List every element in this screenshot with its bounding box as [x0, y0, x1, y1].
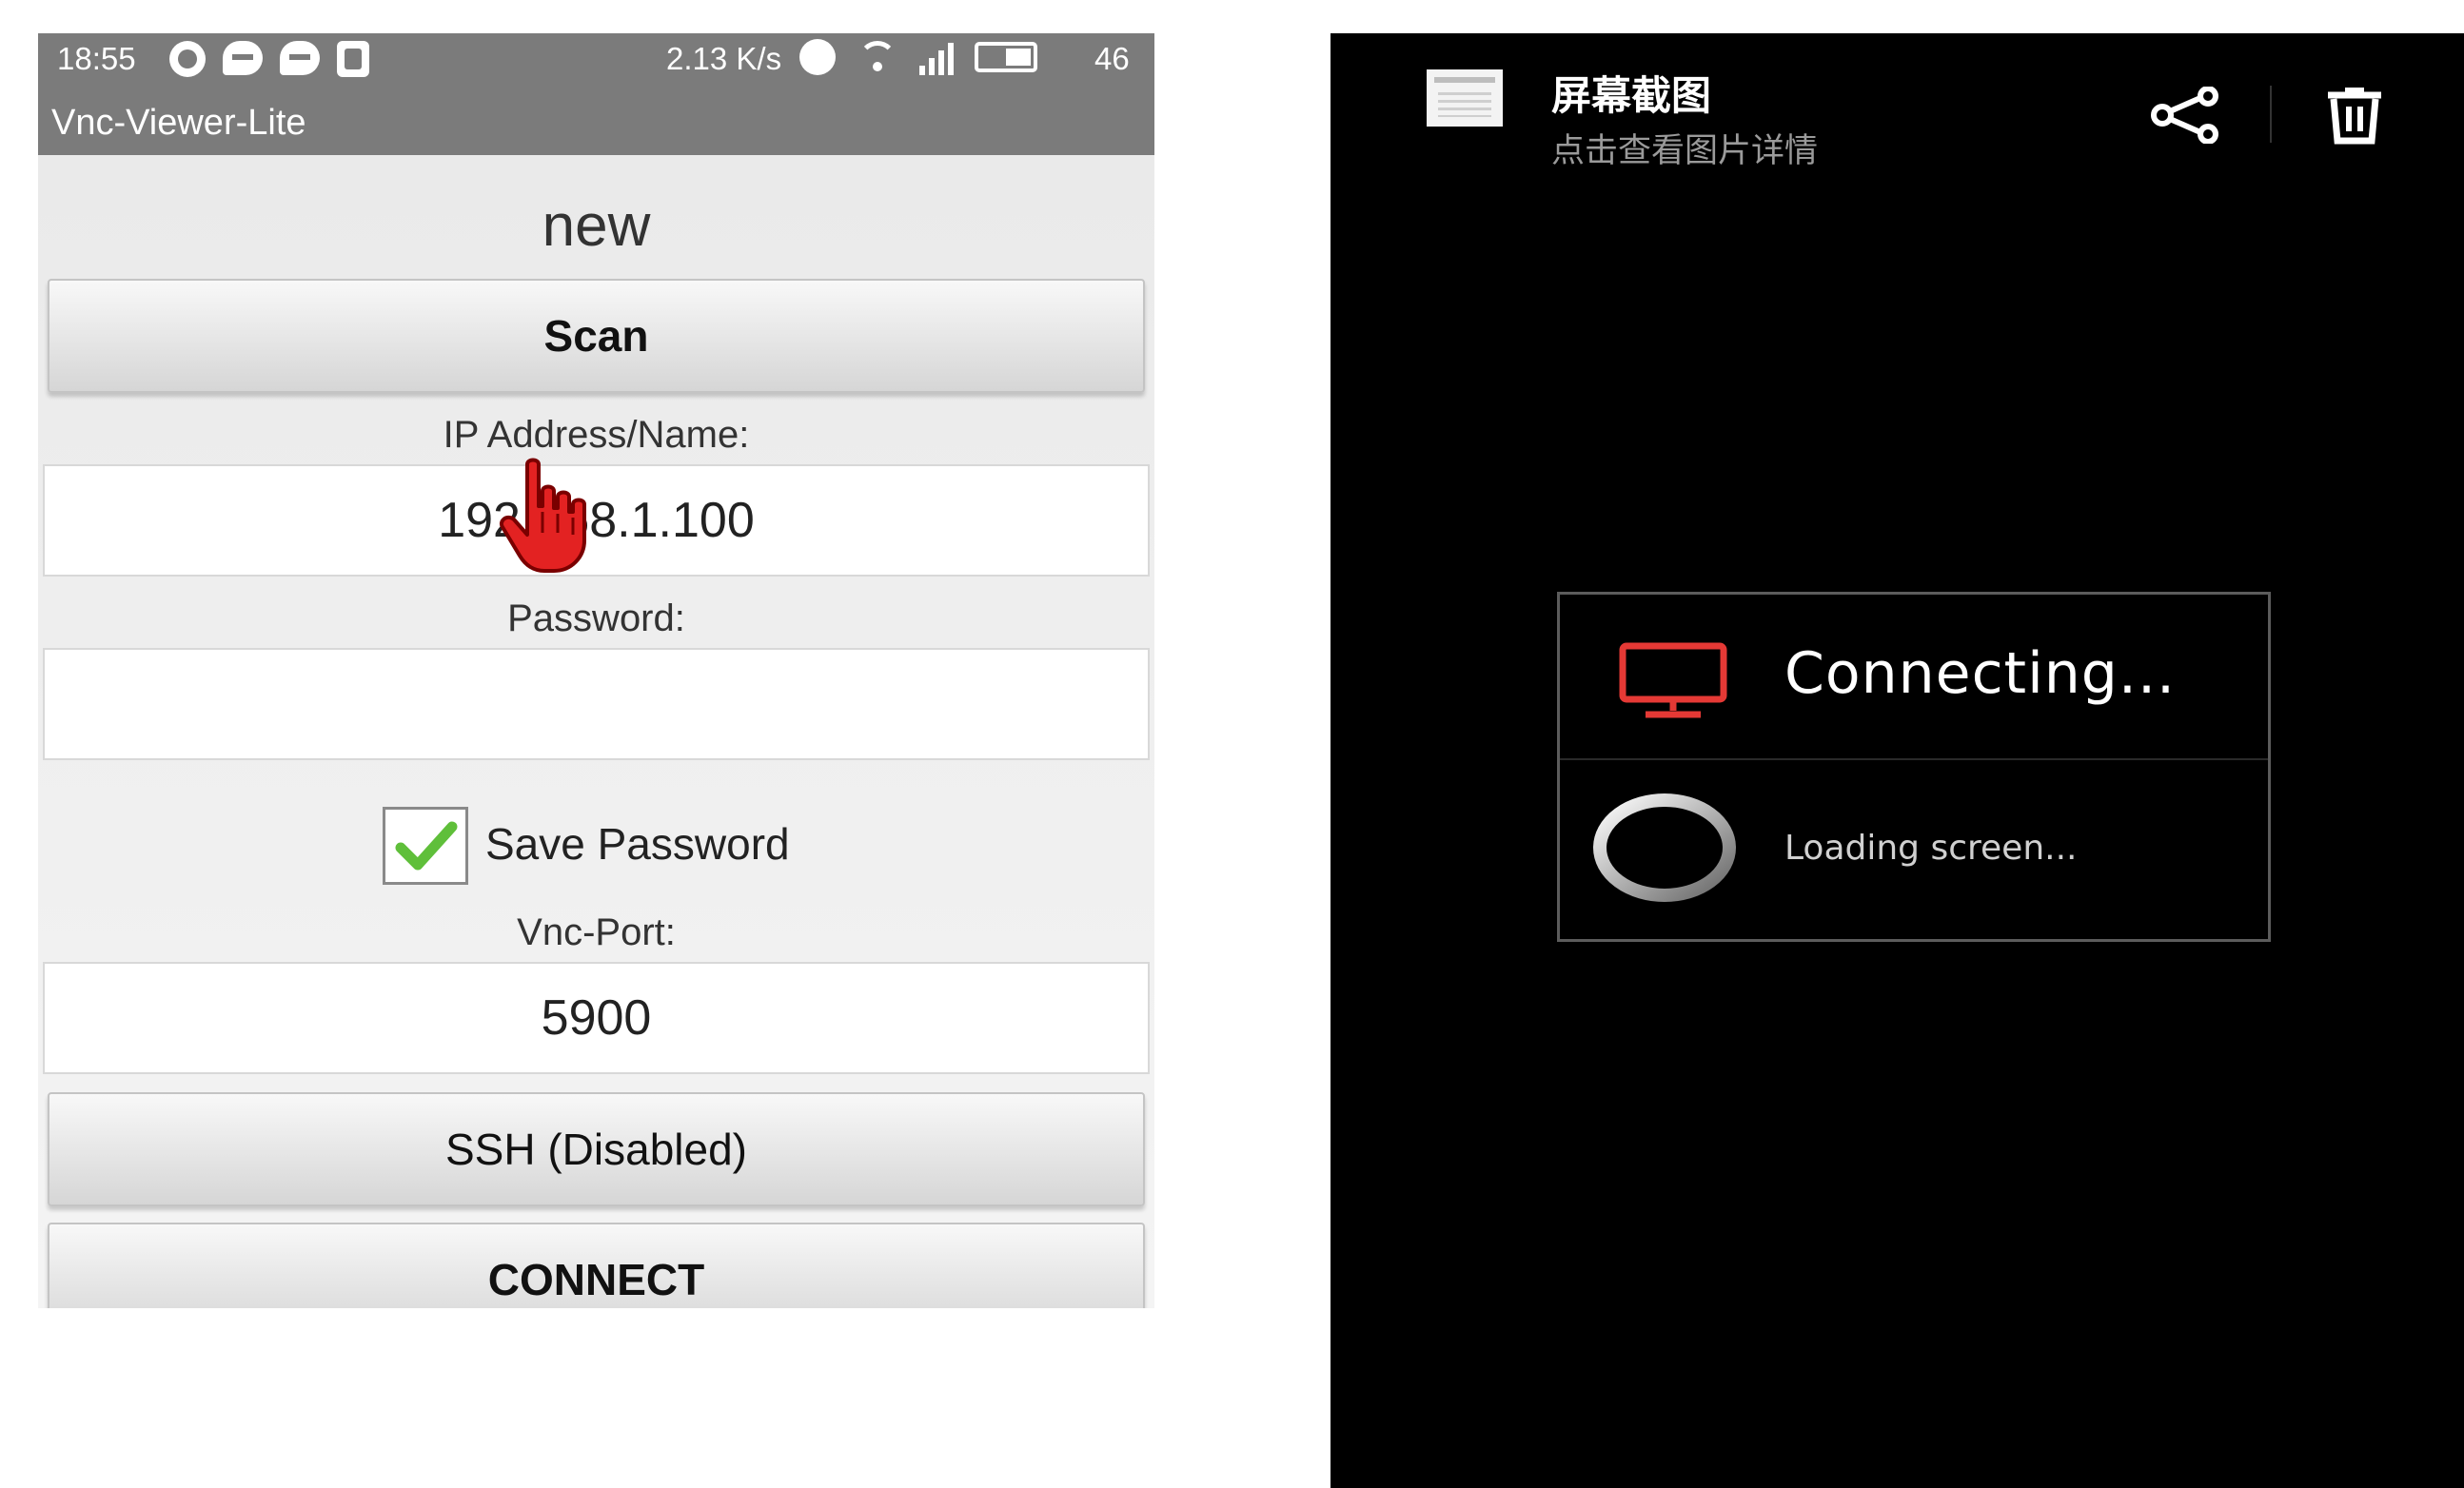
hand-pointer-icon: [500, 458, 586, 573]
login-form: new Scan IP Address/Name: 192.168.1.100 …: [38, 155, 1154, 1308]
app-title: Vnc-Viewer-Lite: [38, 90, 1154, 155]
profile-name[interactable]: new: [38, 193, 1154, 260]
ip-address-label: IP Address/Name:: [443, 414, 750, 456]
dialog-title: Connecting...: [1784, 640, 2177, 707]
vnc-login-screen: 18:55 2.13 K/s 46 Vnc-Viewer-Lite new Sc…: [38, 33, 1154, 1308]
vnc-port-label: Vnc-Port:: [517, 911, 676, 953]
connecting-screen: 屏幕截图 点击查看图片详情 Connecting... Loading scre…: [1331, 33, 2464, 1488]
ssh-button[interactable]: SSH (Disabled): [48, 1092, 1145, 1206]
notification-icon: [337, 41, 369, 77]
screenshot-title: 屏幕截图: [1551, 72, 1712, 119]
dialog-message: Loading screen...: [1784, 829, 2078, 868]
status-bar: 18:55 2.13 K/s 46: [38, 33, 1154, 90]
wifi-icon: [857, 39, 898, 75]
connecting-dialog: Connecting... Loading screen...: [1557, 592, 2271, 942]
password-label: Password:: [507, 597, 685, 639]
status-time: 18:55: [57, 41, 136, 76]
toolbar-divider: [2270, 86, 2272, 143]
save-password-label[interactable]: Save Password: [485, 818, 790, 870]
battery-icon: [975, 42, 1037, 72]
password-input[interactable]: [43, 648, 1150, 760]
save-password-checkbox[interactable]: [383, 807, 468, 885]
alarm-icon: [799, 39, 836, 75]
screenshot-subtitle[interactable]: 点击查看图片详情: [1551, 124, 1818, 172]
monitor-icon: [1619, 642, 1727, 718]
loading-spinner-icon: [1593, 793, 1736, 902]
screenshot-thumbnail[interactable]: [1427, 69, 1503, 127]
share-icon[interactable]: [2151, 87, 2219, 144]
checkmark-icon: [395, 821, 458, 871]
delete-icon[interactable]: [2324, 86, 2385, 145]
battery-level: 46: [1094, 41, 1130, 76]
connect-button[interactable]: CONNECT: [48, 1223, 1145, 1308]
chat-icon: [280, 41, 320, 75]
network-speed: 2.13 K/s: [666, 41, 782, 76]
vnc-port-input[interactable]: 5900: [43, 962, 1150, 1074]
scan-button[interactable]: Scan: [48, 279, 1145, 393]
message-icon: [223, 41, 263, 75]
signal-icon: [919, 39, 954, 75]
notification-app-icon: [169, 41, 206, 77]
